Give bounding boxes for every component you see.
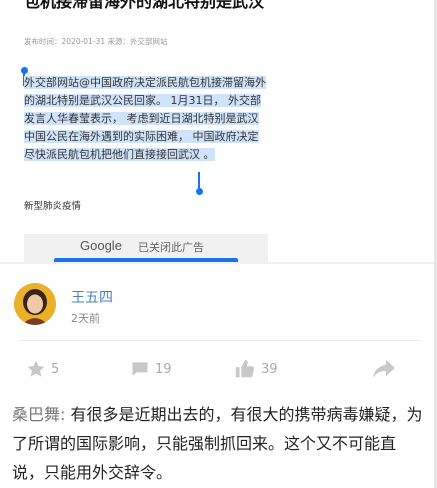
ad-banner[interactable]: Google 已关闭此广告 bbox=[24, 234, 268, 262]
ad-closed-text: 已关闭此广告 bbox=[138, 241, 204, 254]
comment-username[interactable]: 王五四 bbox=[71, 287, 113, 307]
star-icon bbox=[27, 360, 45, 377]
article-meta: 发布时间：2020-01-31 来源：外交部网站 bbox=[24, 37, 168, 46]
comment-time: 2天前 bbox=[71, 312, 100, 325]
selected-text: 外交部网站@中国政府决定派民航包机接滞留海外的湖北特别是武汉公民回家。 1月31… bbox=[24, 76, 266, 161]
selection-end-handle[interactable] bbox=[195, 172, 203, 195]
avatar[interactable] bbox=[14, 283, 56, 325]
comment-icon bbox=[132, 362, 148, 376]
comment-count: 19 bbox=[155, 361, 172, 377]
article-tag[interactable]: 新型肺炎疫情 bbox=[24, 198, 81, 212]
google-logo: Google bbox=[80, 238, 122, 253]
star-count: 5 bbox=[51, 361, 60, 377]
thumbs-up-icon bbox=[235, 359, 255, 378]
like-button[interactable]: 39 bbox=[234, 358, 278, 380]
reply-text: 有很多是近期出去的，有很大的携带病毒嫌疑，为了所谓的国际影响，只能强制抓回来。这… bbox=[12, 405, 423, 482]
share-arrow-icon bbox=[373, 360, 395, 378]
selected-paragraph[interactable]: 外交部网站@中国政府决定派民航包机接滞留海外的湖北特别是武汉公民回家。 1月31… bbox=[24, 74, 268, 164]
section-divider bbox=[0, 262, 437, 264]
article-card[interactable]: 包机接滞留海外的湖北特别是武汉 发布时间：2020-01-31 来源：外交部网站… bbox=[18, 0, 268, 262]
reply-comment[interactable]: 桑巴舞: 有很多是近期出去的，有很大的携带病毒嫌疑，为了所谓的国际影响，只能强制… bbox=[12, 400, 424, 487]
article-title: 包机接滞留海外的湖北特别是武汉 bbox=[24, 0, 265, 11]
like-count: 39 bbox=[261, 361, 278, 377]
avatar-image bbox=[14, 283, 56, 325]
comment-button[interactable]: 19 bbox=[130, 358, 172, 380]
share-button[interactable] bbox=[372, 358, 396, 380]
star-button[interactable]: 5 bbox=[26, 358, 59, 380]
reply-author[interactable]: 桑巴舞: bbox=[12, 405, 65, 424]
actions-divider bbox=[20, 340, 420, 341]
